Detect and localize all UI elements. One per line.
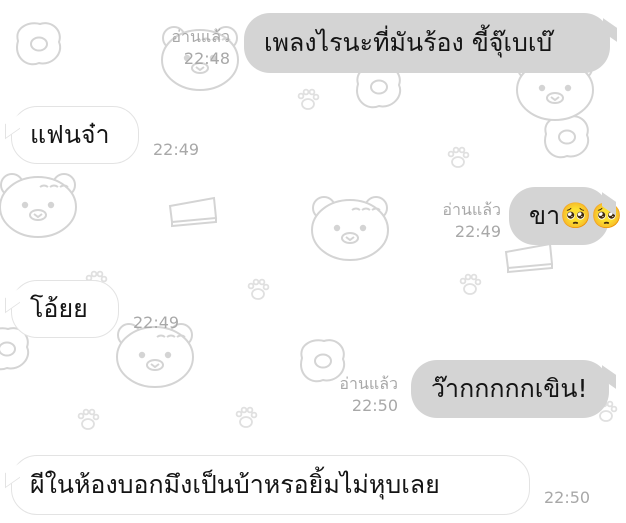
message-text: เพลงไรนะที่มันร้อง ขี้จุ๊เบเบ๊ — [264, 27, 553, 57]
message-text: ว๊ากกกกกเขิน! — [431, 373, 588, 403]
message-meta: อ่านแล้ว 22:48 — [171, 26, 230, 70]
message-time: 22:50 — [351, 396, 398, 415]
message-time: 22:50 — [544, 488, 591, 507]
message-bubble-outgoing[interactable]: เพลงไรนะที่มันร้อง ขี้จุ๊เบเบ๊ — [244, 13, 617, 73]
message-meta: อ่านแล้ว 22:49 — [442, 199, 501, 243]
message-meta: 22:50 — [544, 487, 590, 509]
message-bubble-incoming[interactable]: ผีในห้องบอกมึงเป็นบ้าหรอยิ้มไม่หุบเลย — [5, 455, 530, 515]
message-bubble-incoming[interactable]: แฟนจ๋า — [5, 106, 139, 164]
message-bubble-incoming[interactable]: โอ้ยย — [5, 280, 119, 338]
message-text: แฟนจ๋า — [30, 119, 110, 149]
message-bubble-outgoing[interactable]: ว๊ากกกกกเขิน! — [411, 360, 616, 418]
message-meta: 22:49 — [133, 312, 179, 334]
read-receipt: อ่านแล้ว — [339, 374, 398, 393]
chat-wallpaper — [0, 22, 618, 430]
chat-view[interactable]: อ่านแล้ว 22:48 เพลงไรนะที่มันร้อง ขี้จุ๊… — [0, 0, 626, 523]
message-text: โอ้ยย — [30, 293, 88, 323]
message-meta: อ่านแล้ว 22:50 — [339, 373, 398, 417]
message-meta: 22:49 — [153, 139, 199, 161]
message-time: 22:49 — [133, 313, 180, 332]
read-receipt: อ่านแล้ว — [442, 200, 501, 219]
message-time: 22:49 — [454, 222, 501, 241]
message-time: 22:49 — [153, 140, 200, 159]
read-receipt: อ่านแล้ว — [171, 27, 230, 46]
message-text: ผีในห้องบอกมึงเป็นบ้าหรอยิ้มไม่หุบเลย — [30, 469, 440, 499]
message-time: 22:48 — [183, 49, 230, 68]
message-bubble-outgoing[interactable]: ขา🥺🥺 — [509, 187, 622, 245]
